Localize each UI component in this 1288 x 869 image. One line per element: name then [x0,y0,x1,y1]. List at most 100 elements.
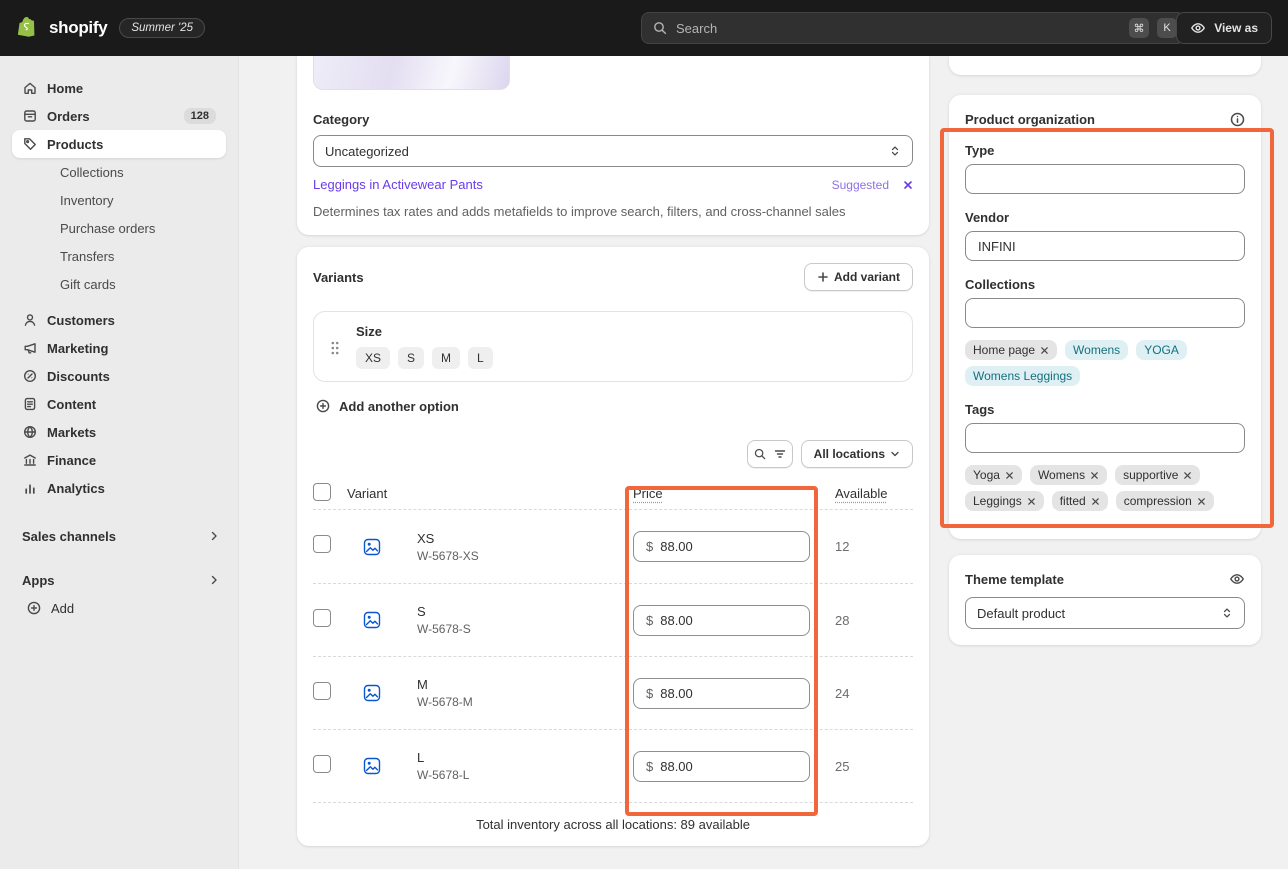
row-checkbox[interactable] [313,682,331,700]
column-header-price[interactable]: Price [633,486,663,501]
brand-wordmark: shopify [49,18,107,38]
remove-tag-icon[interactable] [1091,497,1100,506]
add-variant-button[interactable]: Add variant [804,263,913,291]
category-selected-value: Uncategorized [325,144,409,159]
sidebar-section-sales-channels[interactable]: Sales channels [12,522,226,550]
variant-image-icon[interactable] [362,537,382,557]
tag-chip: fitted [1052,491,1108,511]
variant-image-icon[interactable] [362,683,382,703]
locations-filter-button[interactable]: All locations [801,440,913,468]
sidebar-item-label: Markets [47,425,96,440]
theme-template-select[interactable]: Default product [965,597,1245,629]
sidebar-item-products[interactable]: Products [12,130,226,158]
remove-tag-icon[interactable] [1027,497,1036,506]
drag-handle-icon[interactable] [330,324,340,369]
sidebar-item-discounts[interactable]: Discounts [12,362,226,390]
currency-symbol: $ [646,686,653,701]
price-input[interactable]: $ 88.00 [633,605,810,636]
sidebar-item-home[interactable]: Home [12,74,226,102]
option-value-chip[interactable]: M [432,347,460,369]
collection-link-chip[interactable]: Womens Leggings [965,366,1080,386]
select-all-checkbox[interactable] [313,483,331,501]
variant-image-icon[interactable] [362,610,382,630]
category-select[interactable]: Uncategorized [313,135,913,167]
variant-name: XS [417,531,629,546]
preview-eye-icon[interactable] [1229,571,1245,587]
price-input[interactable]: $ 88.00 [633,678,810,709]
vendor-input[interactable] [965,231,1245,261]
info-icon[interactable] [1230,112,1245,127]
variant-sku: W-5678-XS [417,549,629,563]
type-input[interactable] [965,164,1245,194]
option-value-chip[interactable]: L [468,347,493,369]
variant-sku: W-5678-L [417,768,629,782]
sidebar-item-marketing[interactable]: Marketing [12,334,226,362]
sidebar-item-content[interactable]: Content [12,390,226,418]
category-suggestion-link[interactable]: Leggings in Activewear Pants [313,177,483,192]
sidebar-item-label: Analytics [47,481,105,496]
column-header-available[interactable]: Available [835,486,888,501]
remove-tag-icon[interactable] [1090,471,1099,480]
sidebar-item-orders[interactable]: Orders 128 [12,102,226,130]
collection-link-chip[interactable]: Womens [1065,340,1128,360]
chevron-down-icon [890,449,900,459]
variant-name-cell[interactable]: XS W-5678-XS [399,531,629,563]
sidebar-item-customers[interactable]: Customers [12,306,226,334]
remove-tag-icon[interactable] [1183,471,1192,480]
variant-option-box: Size XS S M L [313,311,913,382]
remove-collection-icon[interactable] [1040,346,1049,355]
tag-chip: Yoga [965,465,1022,485]
product-image-thumbnail[interactable] [313,56,510,90]
option-value-chip[interactable]: S [398,347,424,369]
variant-name-cell[interactable]: S W-5678-S [399,604,629,636]
tags-label: Tags [965,402,1245,417]
tags-input[interactable] [965,423,1245,453]
sidebar-item-analytics[interactable]: Analytics [12,474,226,502]
tag-chip: Womens [1030,465,1107,485]
sidebar-item-collections[interactable]: Collections [12,158,226,186]
sidebar-item-finance[interactable]: Finance [12,446,226,474]
sidebar-item-purchase-orders[interactable]: Purchase orders [12,214,226,242]
search-icon [652,20,668,36]
variant-sku: W-5678-S [417,622,629,636]
release-badge: Summer '25 [119,18,205,38]
price-input[interactable]: $ 88.00 [633,751,810,782]
sidebar-section-apps[interactable]: Apps [12,566,226,594]
sidebar-item-markets[interactable]: Markets [12,418,226,446]
collection-link-chip[interactable]: YOGA [1136,340,1187,360]
kbd-command-key: ⌘ [1129,18,1149,38]
row-checkbox[interactable] [313,755,331,773]
variant-name-cell[interactable]: L W-5678-L [399,750,629,782]
view-as-button[interactable]: View as [1176,12,1272,44]
global-search-input[interactable]: Search ⌘ K [641,12,1185,44]
variant-name: L [417,750,629,765]
orders-icon [22,108,38,124]
option-value-chip[interactable]: XS [356,347,390,369]
variant-name: S [417,604,629,619]
row-checkbox[interactable] [313,609,331,627]
remove-tag-icon[interactable] [1005,471,1014,480]
search-icon [753,447,767,461]
sidebar-item-gift-cards[interactable]: Gift cards [12,270,226,298]
sidebar-add-app-button[interactable]: Add [12,594,226,622]
sidebar-item-label: Gift cards [60,277,116,292]
row-checkbox[interactable] [313,535,331,553]
markets-icon [22,424,38,440]
tag-chip-label: Womens [1038,468,1085,482]
main-content: Category Uncategorized Leggings in Activ… [239,56,1288,869]
sidebar-item-inventory[interactable]: Inventory [12,186,226,214]
variant-image-icon[interactable] [362,756,382,776]
circle-plus-icon [26,600,42,616]
collections-input[interactable] [965,298,1245,328]
sidebar-item-transfers[interactable]: Transfers [12,242,226,270]
variant-name-cell[interactable]: M W-5678-M [399,677,629,709]
shopify-home-link[interactable]: shopify [16,15,107,41]
price-input[interactable]: $ 88.00 [633,531,810,562]
currency-symbol: $ [646,613,653,628]
add-another-option-button[interactable]: Add another option [313,398,459,414]
product-organization-card: Product organization Type Vendor Collect… [949,95,1261,539]
search-filter-button[interactable] [747,440,793,468]
remove-tag-icon[interactable] [1197,497,1206,506]
dismiss-suggestion-icon[interactable] [903,180,913,190]
theme-template-title: Theme template [965,572,1064,587]
